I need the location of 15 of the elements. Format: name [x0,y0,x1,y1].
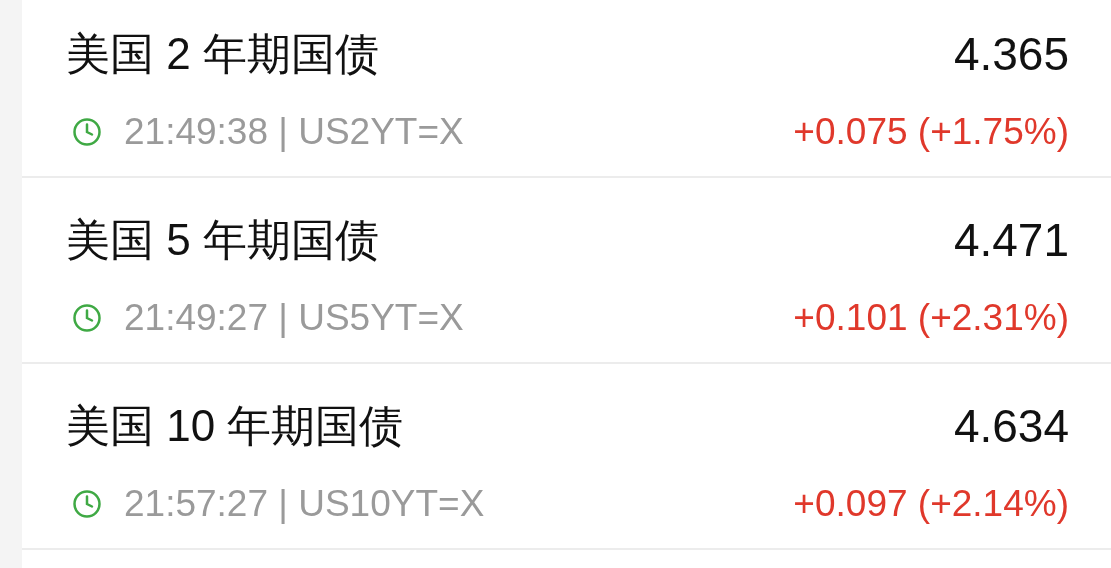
bond-price: 4.634 [953,398,1069,454]
bond-name: 美国 2 年期国债 [66,28,379,80]
update-time-symbol: 21:49:27 | US5YT=X [124,296,464,341]
bond-name: 美国 10 年期国债 [66,400,404,452]
update-time-symbol: 21:57:27 | US10YT=X [124,482,485,527]
bond-price: 4.471 [953,212,1069,268]
bond-name: 美国 5 年期国债 [66,214,379,266]
price-change: +0.075 (+1.75%) [793,110,1069,155]
price-change: +0.097 (+2.14%) [793,482,1069,527]
price-change: +0.101 (+2.31%) [793,296,1069,341]
update-time-symbol: 21:49:38 | US2YT=X [124,110,464,155]
clock-icon [72,303,102,333]
bond-price: 4.365 [953,26,1069,82]
clock-icon [72,489,102,519]
clock-icon [72,117,102,147]
